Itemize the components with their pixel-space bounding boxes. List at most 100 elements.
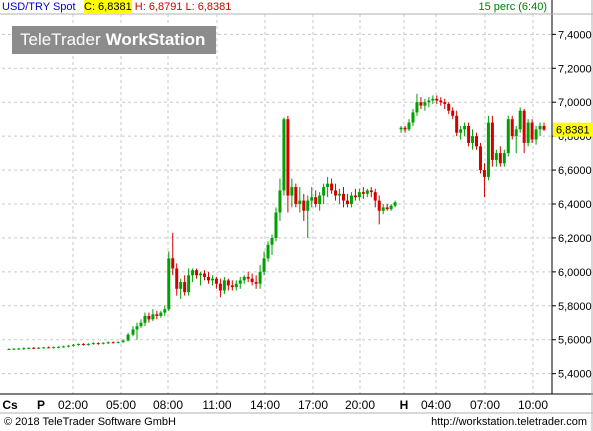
candle-body <box>427 100 431 103</box>
candle-body <box>377 200 381 211</box>
x-tick-label: 02:00 <box>58 398 88 412</box>
x-tick-label: H <box>400 398 409 412</box>
y-tick-label: 5,8000 <box>558 301 592 313</box>
candle-body <box>467 125 471 143</box>
candle-body <box>431 98 435 101</box>
x-tick-label: 10:00 <box>518 398 548 412</box>
candle-body <box>62 346 66 348</box>
y-tick-label: 7,4000 <box>558 29 592 41</box>
candle-body <box>47 347 51 349</box>
candle-body <box>135 326 139 330</box>
y-tick-label: 5,4000 <box>558 369 592 381</box>
website-link[interactable]: http://workstation.teletrader.com <box>431 414 587 431</box>
symbol-label[interactable]: USD/TRY Spot <box>2 0 76 14</box>
candle-body <box>463 125 467 130</box>
x-tick-label: Cs <box>2 398 18 412</box>
candle-body <box>514 129 518 137</box>
candle-body <box>498 153 502 164</box>
candle-body <box>506 119 510 154</box>
logo-text-1: TeleTrader <box>20 30 101 49</box>
candle-body <box>226 280 230 286</box>
candle-body <box>111 342 115 344</box>
candle-body <box>459 129 463 133</box>
copyright-text: © 2018 TeleTrader Software GmbH <box>4 416 176 428</box>
candle-body <box>298 200 302 204</box>
price-chart[interactable]: 7,40007,20007,00006,80006,60006,40006,20… <box>0 0 593 431</box>
candle-body <box>27 347 31 349</box>
candle-body <box>274 212 278 238</box>
chart-grid <box>2 14 552 394</box>
candle-body <box>210 278 214 281</box>
candle-body <box>447 103 451 111</box>
candle-body <box>451 110 455 116</box>
candle-body <box>254 282 258 284</box>
candle-body <box>17 348 21 350</box>
candle-body <box>365 190 369 194</box>
x-tick-label: 17:00 <box>298 398 328 412</box>
candle-body <box>381 207 385 211</box>
candle-body <box>286 119 290 196</box>
candle-body <box>126 334 130 341</box>
candle-body <box>455 115 459 133</box>
candle-body <box>67 345 71 347</box>
candle-body <box>171 258 175 269</box>
candle-body <box>475 136 479 147</box>
candle-body <box>155 314 159 316</box>
candle-body <box>530 122 534 140</box>
candle-body <box>191 270 195 276</box>
candle-body <box>96 343 100 345</box>
candle-body <box>486 122 490 177</box>
candle-body <box>334 190 338 196</box>
candle-body <box>147 315 151 320</box>
ohlc-readout: C: 6,8381 H: 6,8791 L: 6,8381 <box>84 0 231 14</box>
candle-body <box>163 309 167 313</box>
candle-body <box>230 285 234 288</box>
candle-body <box>490 122 494 160</box>
candle-body <box>385 207 389 210</box>
teletrader-logo: TeleTrader WorkStation <box>12 26 216 54</box>
candle-body <box>143 315 147 323</box>
candle-body <box>195 270 199 276</box>
y-tick-label: 7,2000 <box>558 63 592 75</box>
logo-text-2: WorkStation <box>105 30 206 49</box>
y-tick-label: 5,6000 <box>558 335 592 347</box>
candle-body <box>361 192 365 194</box>
candle-body <box>242 276 246 281</box>
candle-body <box>278 190 282 213</box>
candle-body <box>393 202 397 206</box>
candle-body <box>159 312 163 316</box>
candle-body <box>345 200 349 204</box>
candle-body <box>403 127 407 130</box>
candle-body <box>341 193 345 201</box>
candle-body <box>443 102 447 104</box>
candle-body <box>258 271 262 284</box>
candle-body <box>71 344 75 346</box>
candle-body <box>314 197 318 204</box>
interval-label[interactable]: 15 perc (6:40) <box>479 0 547 14</box>
y-axis-ticks: 7,40007,20007,00006,80006,60006,40006,20… <box>552 29 592 381</box>
candle-body <box>262 258 266 272</box>
candle-body <box>139 322 143 327</box>
candle-body <box>12 348 16 350</box>
y-tick-label: 6,6000 <box>558 165 592 177</box>
candle-body <box>81 343 85 345</box>
candle-body <box>116 341 120 343</box>
candle-body <box>357 192 361 198</box>
candle-body <box>199 273 203 276</box>
candle-body <box>218 283 222 291</box>
candle-body <box>518 110 522 130</box>
candle-body <box>439 100 443 103</box>
candle-body <box>270 237 274 245</box>
candle-body <box>510 119 514 137</box>
candle-body <box>86 343 90 345</box>
chart-header: USD/TRY Spot C: 6,8381 H: 6,8791 L: 6,83… <box>0 0 593 14</box>
x-tick-label: 14:00 <box>250 398 280 412</box>
candle-body <box>187 275 191 293</box>
candle-body <box>526 122 530 143</box>
candle-body <box>322 187 326 196</box>
candle-body <box>494 153 498 160</box>
close-value: C: 6,8381 <box>84 0 132 14</box>
candle-body <box>435 98 439 101</box>
candle-body <box>482 170 486 177</box>
x-axis-ticks: Cs P 02:00 05:00 08:00 11:00 14:00 17:00 20:00 H 0… <box>2 398 548 412</box>
